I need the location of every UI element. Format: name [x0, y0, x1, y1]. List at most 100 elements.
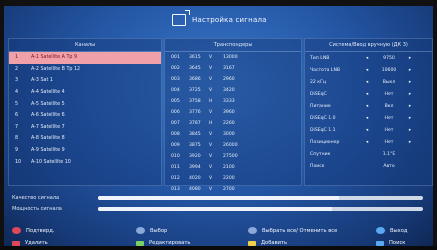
channel-row[interactable]: 5 A-5 Satellite 5 — [9, 98, 161, 110]
arrow-left-icon[interactable]: ◂ — [360, 56, 374, 61]
arrow-right-icon[interactable]: ▸ — [404, 56, 416, 61]
tp-index: 008 — [171, 132, 180, 137]
tp-polarity: V — [209, 110, 213, 115]
arrow-left-icon[interactable]: ◂ — [360, 68, 374, 73]
confirm-key[interactable]: Подтверд. — [12, 227, 54, 234]
transponder-row[interactable]: 003 3686 V 2960 — [165, 74, 301, 85]
channel-row[interactable]: 9 A-9 Satellite 9 — [9, 145, 161, 157]
arrow-left-icon[interactable]: ◂ — [360, 128, 374, 133]
setting-value: 1.1°E — [382, 151, 396, 157]
transponder-row[interactable]: 005 3758 H 3333 — [165, 96, 301, 107]
channel-name: A-10 Satellite 10 — [31, 159, 71, 165]
setting-row[interactable]: DiSEqC 1.1 ◂ Нет ▸ — [305, 124, 432, 136]
tp-symbol-rate: 13000 — [223, 55, 238, 60]
transponder-row[interactable]: 012 4020 V 2200 — [165, 173, 301, 184]
delete-key[interactable]: Удалить — [12, 240, 48, 246]
tp-index: 007 — [171, 121, 180, 126]
arrow-right-icon[interactable]: ▸ — [404, 80, 416, 85]
setting-row[interactable]: Тип LNB ◂ 9750 ▸ — [305, 52, 432, 64]
channel-row[interactable]: 1 A-1 Satellite A Tp 9 — [9, 52, 161, 64]
bezel-right — [433, 0, 437, 250]
tp-symbol-rate: 3000 — [223, 132, 235, 137]
tp-polarity: V — [209, 143, 213, 148]
arrow-left-icon[interactable]: ◂ — [360, 92, 374, 97]
channel-row[interactable]: 3 A-3 Sat 1 — [9, 75, 161, 87]
transponder-row[interactable]: 004 3725 V 3420 — [165, 85, 301, 96]
transponder-row[interactable]: 002 3645 V 3167 — [165, 63, 301, 74]
transponder-row[interactable]: 007 3787 H 2260 — [165, 118, 301, 129]
arrow-left-icon[interactable]: ◂ — [360, 80, 374, 85]
channel-row[interactable]: 2 A-2 Satellite B Tp 12 — [9, 64, 161, 76]
tp-index: 009 — [171, 143, 180, 148]
transponder-row[interactable]: 009 3875 V 26000 — [165, 140, 301, 151]
tp-index: 012 — [171, 176, 180, 181]
arrow-right-icon[interactable]: ▸ — [404, 68, 416, 73]
transponders-panel: Транспондеры 001 3615 V 13000 002 3645 V 3167 … — [164, 38, 302, 192]
transponders-header: Транспондеры — [165, 39, 301, 52]
channel-number: 10 — [15, 159, 22, 165]
tp-polarity: V — [209, 77, 213, 82]
function-keys: Подтверд. Выбор Выбрать все/ Отменить вс… — [12, 223, 432, 247]
channel-row[interactable]: 6 A-6 Satellite 6 — [9, 110, 161, 122]
arrow-right-icon[interactable]: ▸ — [404, 104, 416, 109]
arrow-left-icon[interactable]: ◂ — [360, 104, 374, 109]
setting-row[interactable]: 22 кГц ◂ Выкл ▸ — [305, 76, 432, 88]
tp-symbol-rate: 27500 — [223, 154, 238, 159]
add-key[interactable]: Добавить — [248, 240, 287, 246]
transponder-row[interactable]: 011 3994 V 2100 — [165, 162, 301, 173]
channel-row[interactable]: 8 A-8 Satellite 8 — [9, 133, 161, 145]
arrow-left-icon[interactable]: ◂ — [360, 140, 374, 145]
edit-key[interactable]: Редактировать — [136, 240, 190, 246]
tp-frequency: 3920 — [189, 154, 201, 159]
arrow-right-icon[interactable]: ▸ — [404, 128, 416, 133]
channel-name: A-4 Satellite 4 — [31, 90, 65, 96]
transponder-row[interactable]: 008 3845 V 3000 — [165, 129, 301, 140]
setting-value: 9750 — [383, 55, 395, 61]
setting-row[interactable]: DiSEqC ◂ Нет ▸ — [305, 88, 432, 100]
channel-number: 6 — [15, 113, 19, 119]
key-label: Подтверд. — [26, 227, 55, 234]
transponder-row[interactable]: 001 3615 V 13000 — [165, 52, 301, 63]
green-square-icon — [136, 240, 144, 246]
tp-symbol-rate: 2100 — [223, 165, 235, 170]
channel-row[interactable]: 4 A-4 Satellite 4 — [9, 87, 161, 99]
transponder-row[interactable]: 006 3776 V 3960 — [165, 107, 301, 118]
setting-row[interactable]: Спутник 1.1°E — [305, 148, 432, 160]
tp-frequency: 3615 — [189, 55, 201, 60]
arrow-left-icon[interactable]: ◂ — [360, 116, 374, 121]
channel-number: 5 — [15, 101, 19, 107]
setting-row[interactable]: Питание ◂ Вкл ▸ — [305, 100, 432, 112]
setting-row[interactable]: Частота LNB ◂ 10600 ▸ — [305, 64, 432, 76]
setting-row[interactable]: Поиск Авто — [305, 160, 432, 172]
setting-label: Позиционер — [310, 139, 340, 145]
transponder-row[interactable]: 010 3920 V 27500 — [165, 151, 301, 162]
blue-dot-icon — [248, 227, 257, 234]
search-key[interactable]: Поиск — [376, 240, 405, 246]
channel-name: A-3 Sat 1 — [31, 78, 53, 84]
signal-strength-label: Мощность сигнала — [12, 206, 62, 212]
tp-frequency: 3725 — [189, 88, 201, 93]
tp-frequency: 3845 — [189, 132, 201, 137]
tp-polarity: V — [209, 187, 213, 192]
setting-row[interactable]: DiSEqC 1.0 ◂ Нет ▸ — [305, 112, 432, 124]
tp-symbol-rate: 3333 — [223, 99, 235, 104]
tp-index: 001 — [171, 55, 180, 60]
arrow-right-icon[interactable]: ▸ — [404, 140, 416, 145]
setting-label: DiSEqC — [310, 91, 327, 97]
channel-name: A-2 Satellite B Tp 12 — [31, 66, 81, 72]
setting-value: Авто — [383, 163, 395, 169]
channel-name: A-6 Satellite 6 — [31, 113, 65, 119]
channel-row[interactable]: 10 A-10 Satellite 10 — [9, 156, 161, 168]
setting-label: Тип LNB — [310, 55, 330, 61]
setting-value: Нет — [384, 139, 394, 145]
signal-strength-meter: Мощность сигнала — [8, 204, 431, 214]
channel-row[interactable]: 7 A-7 Satellite 7 — [9, 122, 161, 134]
tp-index: 004 — [171, 88, 180, 93]
exit-key[interactable]: Выход — [376, 227, 408, 234]
arrow-right-icon[interactable]: ▸ — [404, 92, 416, 97]
select-key[interactable]: Выбор — [136, 227, 167, 234]
setting-row[interactable]: Позиционер ◂ Нет ▸ — [305, 136, 432, 148]
select-all-key[interactable]: Выбрать все/ Отменить все — [248, 227, 337, 234]
tp-symbol-rate: 2960 — [223, 77, 235, 82]
arrow-right-icon[interactable]: ▸ — [404, 116, 416, 121]
